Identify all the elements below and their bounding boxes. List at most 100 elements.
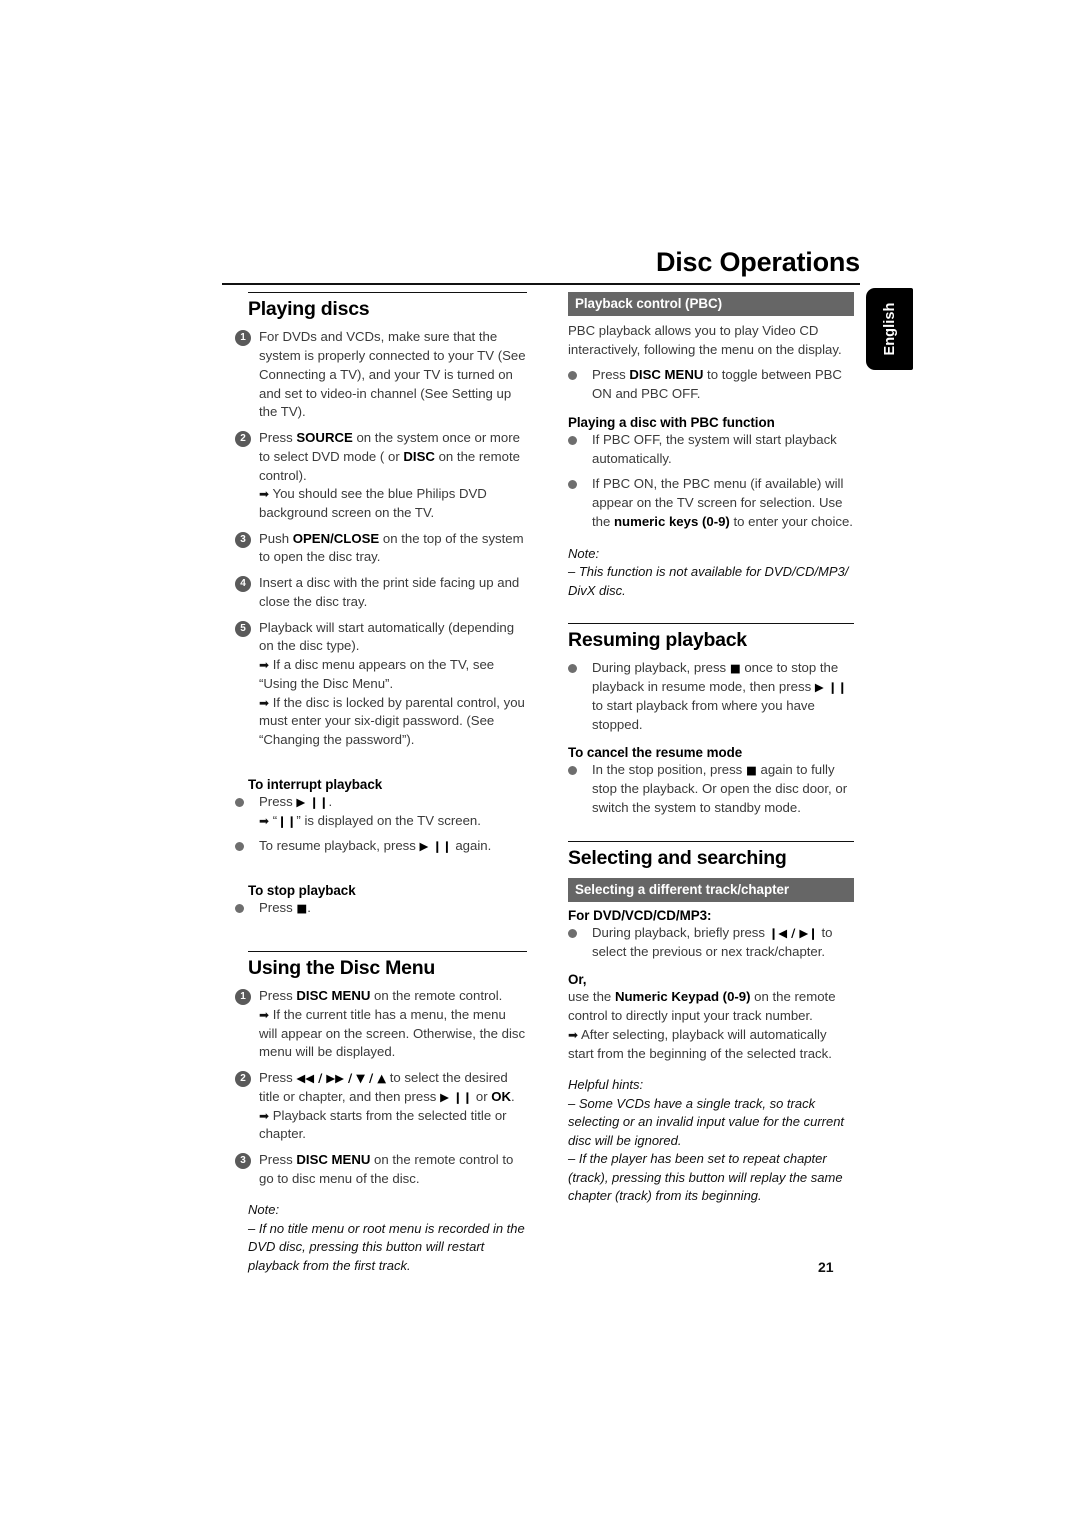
- bullet-text: If PBC OFF, the system will start playba…: [592, 431, 837, 466]
- subheading-interrupt-playback: To interrupt playback: [248, 776, 383, 792]
- banner-playback-control: Playback control (PBC): [568, 292, 854, 316]
- note-title: Note:: [248, 1202, 280, 1218]
- language-tab-label: English: [881, 302, 898, 356]
- bullet-text-pre: During playback, press: [592, 660, 730, 676]
- step-text-post: .: [511, 1088, 515, 1104]
- navigation-glyphs: ◀◀ / ▶▶ / ▼ / ▲: [296, 1071, 387, 1086]
- step-number-badge: 2: [235, 431, 251, 448]
- section-rule: [568, 622, 854, 624]
- step-result-line: ➡ If the disc is locked by parental cont…: [259, 694, 527, 750]
- bullet-icon: [235, 797, 244, 807]
- list-item: 3 Push OPEN/CLOSE on the top of the syst…: [235, 530, 527, 567]
- step-text: Insert a disc with the print side facing…: [259, 575, 520, 609]
- note-item: – If no title menu or root menu is recor…: [248, 1220, 525, 1273]
- step-result-line: ➡ If a disc menu appears on the TV, see …: [259, 656, 527, 693]
- list-item: To resume playback, press ▶ ❙❙ again.: [235, 837, 527, 856]
- subheading-or: Or,: [568, 972, 587, 988]
- list-item: 3 Press DISC MENU on the remote control …: [235, 1151, 527, 1188]
- section-rule: [568, 841, 854, 843]
- para-text-pre: use the: [568, 989, 615, 1005]
- note-block: Note: – This function is not available f…: [568, 545, 854, 600]
- step-result-line: ➡ If the current title has a menu, the m…: [259, 1006, 527, 1062]
- bullet-text-pre: In the stop position, press: [592, 762, 746, 778]
- prev-next-glyph: ❙◀ / ▶❙: [768, 925, 818, 940]
- manual-page: Disc Operations English Playing discs 1 …: [0, 0, 1080, 1528]
- bullet-icon: [568, 435, 577, 445]
- bullet-icon: [235, 904, 244, 913]
- subheading-playing-disc-pbc: Playing a disc with PBC function: [568, 414, 775, 430]
- section-resuming-playback: Resuming playback: [568, 622, 854, 652]
- stop-glyph: ■: [729, 661, 741, 676]
- step-text-pre: Press: [259, 1151, 297, 1167]
- step-result-text: Playback starts from the selected title …: [259, 1107, 507, 1142]
- subheading-cancel-resume-mode: To cancel the resume mode: [568, 745, 743, 761]
- pbc-intro-paragraph: PBC playback allows you to play Video CD…: [568, 323, 842, 357]
- step-text: For DVDs and VCDs, make sure that the sy…: [259, 329, 526, 420]
- list-item: 5 Playback will start automatically (dep…: [235, 619, 527, 750]
- helpful-hints-block: Helpful hints: – Some VCDs have a single…: [568, 1076, 854, 1205]
- play-pause-glyph: ▶ ❙❙: [419, 839, 452, 854]
- step-result-text: If the current title has a menu, the men…: [259, 1006, 526, 1060]
- bullet-period: .: [328, 793, 333, 809]
- step-text-post: on the remote control.: [370, 988, 503, 1004]
- arrow-right-icon: ➡: [568, 1027, 579, 1042]
- list-item: Press ■.: [235, 899, 527, 918]
- section-using-disc-menu: Using the Disc Menu: [235, 950, 527, 980]
- stop-glyph: ■: [296, 901, 308, 915]
- keyword-numeric-keypad: Numeric Keypad (0-9): [614, 989, 751, 1005]
- masthead-rule: [222, 283, 860, 286]
- list-item: During playback, press ■ once to stop th…: [568, 659, 854, 734]
- section-selecting-and-searching: Selecting and searching: [568, 841, 854, 870]
- step-number-badge: 3: [235, 1152, 251, 1169]
- hint-item: – If the player has been set to repeat c…: [568, 1151, 843, 1203]
- keyword-disc-menu: DISC MENU: [296, 988, 371, 1004]
- step-number-badge: 4: [235, 576, 251, 593]
- arrow-right-icon: ➡: [259, 487, 270, 502]
- bullet-text-post: again.: [455, 838, 492, 854]
- numeric-keypad-paragraph: use the Numeric Keypad (0-9) on the remo…: [568, 988, 854, 1063]
- step-number-badge: 2: [235, 1071, 251, 1088]
- list-item: If PBC ON, the PBC menu (if available) w…: [568, 475, 854, 531]
- arrow-right-icon: ➡: [259, 1108, 270, 1123]
- list-item: If PBC OFF, the system will start playba…: [568, 431, 854, 468]
- step-result-line: ➡ You should see the blue Philips DVD ba…: [259, 485, 527, 522]
- section-rule: [248, 292, 527, 293]
- bullet-icon: [568, 928, 577, 938]
- left-column: Playing discs 1 For DVDs and VCDs, make …: [235, 292, 527, 1281]
- subheading-for-formats: For DVD/VCD/CD/MP3:: [568, 907, 712, 923]
- page-masthead: Disc Operations: [222, 248, 860, 286]
- list-item: 1 For DVDs and VCDs, make sure that the …: [235, 328, 527, 422]
- step-result-line: ➡ “❙❙” is displayed on the TV screen.: [259, 812, 527, 831]
- step-text: Playback will start automatically (depen…: [259, 619, 515, 654]
- step-text-pre: Press: [259, 1070, 297, 1086]
- step-result-text: You should see the blue Philips DVD back…: [259, 486, 487, 520]
- list-item: 1 Press DISC MENU on the remote control.…: [235, 987, 527, 1062]
- arrow-right-icon: ➡: [259, 1007, 270, 1022]
- bullet-icon: [568, 371, 577, 381]
- language-tab: English: [866, 288, 913, 370]
- keyword-disc-menu: DISC MENU: [629, 367, 704, 383]
- arrow-right-icon: ➡: [259, 695, 270, 710]
- pause-glyph: ❙❙: [277, 813, 297, 828]
- arrow-right-icon: ➡: [259, 813, 270, 828]
- list-item: In the stop position, press ■ again to f…: [568, 761, 854, 817]
- bullet-text: To resume playback, press: [259, 838, 416, 854]
- subheading-stop-playback: To stop playback: [248, 883, 356, 898]
- step-result-text: If the disc is locked by parental contro…: [259, 694, 525, 748]
- play-pause-glyph: ▶ ❙❙: [814, 680, 847, 695]
- step-number-badge: 1: [235, 330, 251, 347]
- bullet-icon: [235, 842, 244, 852]
- section-playing-discs: Playing discs: [235, 292, 527, 321]
- step-result-line: ➡ After selecting, playback will automat…: [568, 1026, 854, 1063]
- hints-title: Helpful hints:: [568, 1077, 644, 1093]
- step-number-badge: 5: [235, 620, 251, 637]
- arrow-right-icon: ➡: [259, 658, 270, 673]
- keyword-ok: OK: [491, 1088, 512, 1104]
- step-text-pre: Press: [259, 988, 297, 1004]
- bullet-text: Press: [259, 793, 293, 809]
- right-column: Playback control (PBC) PBC playback allo…: [568, 292, 854, 1211]
